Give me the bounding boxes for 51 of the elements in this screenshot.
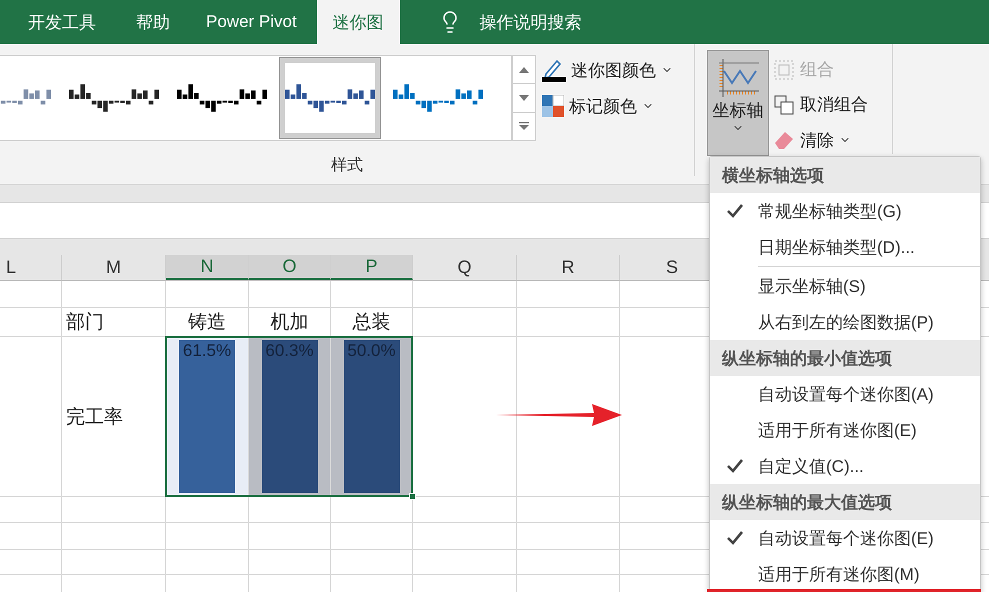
down-triangle-icon [519, 94, 529, 101]
scroll-up-button[interactable] [512, 55, 536, 84]
menu-item[interactable]: 自动设置每个迷你图(A) [710, 376, 980, 412]
ribbon-tab[interactable]: 迷你图 [316, 0, 400, 44]
menu-item[interactable]: 适用于所有迷你图(M) [710, 556, 980, 592]
menu-item[interactable]: 常规坐标轴类型(G) [710, 193, 980, 229]
menu-section-header: 纵坐标轴的最大值选项 [710, 484, 980, 520]
menu-section-header: 纵坐标轴的最小值选项 [710, 340, 980, 376]
menu-item[interactable]: 适用于所有迷你图(E) [710, 412, 980, 448]
fill-handle[interactable] [409, 493, 416, 500]
column-header[interactable]: Q [413, 255, 517, 280]
ribbon-tab[interactable]: 开发工具 [12, 0, 112, 44]
cell-text: 总装 [352, 311, 390, 335]
color-dropdown-button[interactable]: 标记颜色 [542, 92, 673, 120]
axis-button[interactable]: 坐标轴 [707, 50, 769, 156]
more-button[interactable] [512, 112, 536, 141]
cell-text: 完工率 [66, 406, 123, 430]
cell-text: 机加 [270, 311, 308, 335]
check-icon [727, 531, 743, 545]
expand-icon [519, 122, 529, 130]
column-header[interactable]: R [517, 255, 620, 280]
menu-item[interactable]: 自动设置每个迷你图(E) [710, 520, 980, 556]
tell-me-search[interactable]: 操作说明搜索 [480, 10, 582, 34]
ungroup-icon [773, 94, 795, 116]
cell-text: 部门 [66, 311, 104, 335]
group-icon [773, 58, 795, 81]
menu-item[interactable]: 自定义值(C)... [710, 448, 980, 484]
eraser-icon [773, 129, 795, 152]
group-command-button[interactable]: 取消组合 [773, 91, 868, 119]
ribbon-tab[interactable]: Power Pivot [190, 0, 313, 44]
menu-section-header: 横坐标轴选项 [710, 157, 980, 193]
pencil-icon [542, 58, 566, 82]
cell-text: 铸造 [188, 311, 226, 335]
group-label: 样式 [331, 156, 363, 176]
check-icon [727, 204, 743, 218]
sparkline-style-option[interactable] [280, 58, 380, 138]
scroll-down-button[interactable] [512, 84, 536, 113]
group-command-button[interactable]: 清除 [773, 126, 868, 154]
up-triangle-icon [519, 66, 529, 73]
column-header[interactable]: O [249, 255, 331, 280]
ribbon-tab[interactable]: 帮助 [120, 0, 186, 44]
cell-value: 61.5% [182, 341, 232, 361]
column-header[interactable]: N [166, 255, 249, 280]
cell-value: 50.0% [346, 341, 397, 361]
color-dropdown-button[interactable]: 迷你图颜色 [542, 56, 673, 84]
menu-item[interactable]: 从右到左的绘图数据(P) [710, 304, 980, 340]
column-header[interactable]: P [331, 255, 413, 280]
column-header[interactable]: L [0, 255, 62, 280]
marker-color-icon [542, 95, 564, 117]
cell-value: 60.3% [264, 341, 315, 361]
check-icon [727, 459, 743, 473]
